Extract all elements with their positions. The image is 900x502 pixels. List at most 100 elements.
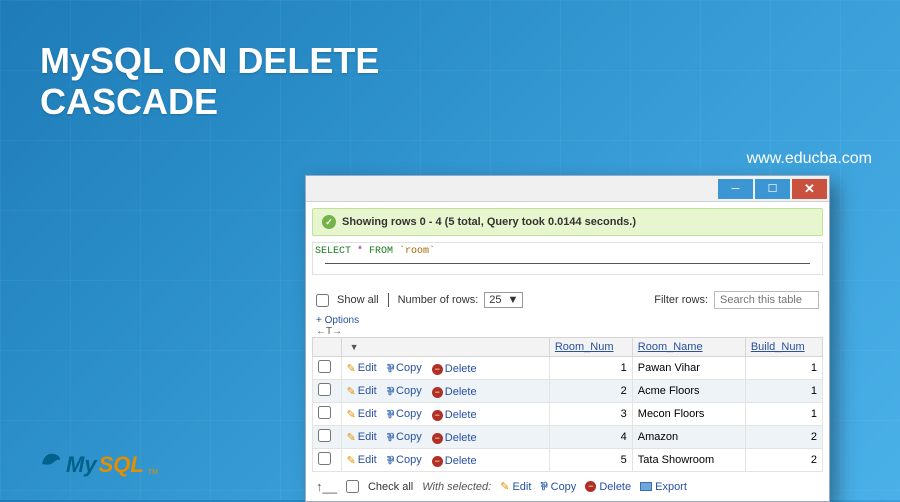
options-toggle[interactable]: + Options <box>306 313 829 326</box>
filter-rows-input[interactable] <box>714 291 819 309</box>
cell-build-num: 1 <box>745 357 822 380</box>
minus-circle-icon: − <box>432 433 443 444</box>
pencil-icon: ✎ <box>500 480 509 493</box>
delete-button[interactable]: −Delete <box>432 409 477 421</box>
cell-room-num: 2 <box>549 380 632 403</box>
cell-room-name: Acme Floors <box>632 380 745 403</box>
row-checkbox[interactable] <box>318 360 331 373</box>
logo-my: My <box>66 452 97 478</box>
cell-room-name: Tata Showroom <box>632 449 745 472</box>
table-row: ✎Edit ⅌Copy −Delete 3 Mecon Floors 1 <box>313 403 823 426</box>
table-row: ✎Edit ⅌Copy −Delete 5 Tata Showroom 2 <box>313 449 823 472</box>
row-checkbox[interactable] <box>318 429 331 442</box>
minus-circle-icon: − <box>432 387 443 398</box>
page-title: MySQL ON DELETE CASCADE <box>40 40 379 123</box>
minus-circle-icon: − <box>585 481 596 492</box>
row-checkbox[interactable] <box>318 383 331 396</box>
cell-room-name: Pawan Vihar <box>632 357 745 380</box>
pencil-icon: ✎ <box>347 454 356 467</box>
table-row: ✎Edit ⅌Copy −Delete 4 Amazon 2 <box>313 426 823 449</box>
col-room-name[interactable]: Room_Name <box>632 338 745 357</box>
results-toolbar: Show all Number of rows: 25 ▼ Filter row… <box>306 283 829 313</box>
filter-rows-label: Filter rows: <box>654 294 708 306</box>
footer-edit-button[interactable]: ✎ Edit <box>500 480 531 493</box>
copy-button[interactable]: ⅌Copy <box>387 361 422 376</box>
dolphin-icon <box>40 450 62 474</box>
table-row: ✎Edit ⅌Copy −Delete 2 Acme Floors 1 <box>313 380 823 403</box>
delete-button[interactable]: −Delete <box>432 432 477 444</box>
copy-icon: ⅌ <box>387 407 394 422</box>
pencil-icon: ✎ <box>347 362 356 375</box>
cell-build-num: 1 <box>745 380 822 403</box>
results-table: ▼ Room_Num Room_Name Build_Num ✎Edit ⅌Co… <box>312 337 823 472</box>
num-rows-label: Number of rows: <box>398 294 479 306</box>
show-all-checkbox[interactable] <box>316 294 329 307</box>
delete-button[interactable]: −Delete <box>432 363 477 375</box>
query-status-bar: ✓ Showing rows 0 - 4 (5 total, Query too… <box>312 208 823 236</box>
cell-room-name: Amazon <box>632 426 745 449</box>
footer-copy-button[interactable]: ⅌ Copy <box>540 479 576 494</box>
chevron-down-icon: ▼ <box>508 294 519 306</box>
export-icon <box>640 482 652 491</box>
minus-circle-icon: − <box>432 456 443 467</box>
footer-export-button[interactable]: Export <box>640 481 687 493</box>
up-arrow-icon: ↑__ <box>316 479 337 494</box>
website-link[interactable]: www.educba.com <box>747 150 872 168</box>
logo-tm: TM <box>148 469 158 476</box>
copy-button[interactable]: ⅌Copy <box>387 430 422 445</box>
col-actions: ▼ <box>341 338 549 357</box>
cell-room-num: 3 <box>549 403 632 426</box>
maximize-button[interactable]: ☐ <box>755 179 790 199</box>
minus-circle-icon: − <box>432 410 443 421</box>
check-all-checkbox[interactable] <box>346 480 359 493</box>
col-build-num[interactable]: Build_Num <box>745 338 822 357</box>
cell-build-num: 2 <box>745 426 822 449</box>
cell-room-num: 5 <box>549 449 632 472</box>
copy-icon: ⅌ <box>387 384 394 399</box>
copy-button[interactable]: ⅌Copy <box>387 384 422 399</box>
copy-icon: ⅌ <box>387 361 394 376</box>
copy-icon: ⅌ <box>540 479 547 494</box>
edit-button[interactable]: ✎Edit <box>347 454 377 467</box>
copy-icon: ⅌ <box>387 430 394 445</box>
copy-icon: ⅌ <box>387 453 394 468</box>
delete-button[interactable]: −Delete <box>432 455 477 467</box>
phpmyadmin-window: ─ ☐ ✕ ✓ Showing rows 0 - 4 (5 total, Que… <box>305 175 830 502</box>
cell-build-num: 2 <box>745 449 822 472</box>
copy-button[interactable]: ⅌Copy <box>387 453 422 468</box>
check-all-label: Check all <box>368 481 413 493</box>
sql-query-display: SELECT * FROM `room` <box>312 242 823 275</box>
close-button[interactable]: ✕ <box>792 179 827 199</box>
success-icon: ✓ <box>322 215 336 229</box>
cell-room-num: 1 <box>549 357 632 380</box>
minimize-button[interactable]: ─ <box>718 179 753 199</box>
delete-button[interactable]: −Delete <box>432 386 477 398</box>
edit-button[interactable]: ✎Edit <box>347 408 377 421</box>
mysql-logo: MySQL TM <box>40 452 156 478</box>
edit-button[interactable]: ✎Edit <box>347 431 377 444</box>
edit-button[interactable]: ✎Edit <box>347 385 377 398</box>
window-titlebar: ─ ☐ ✕ <box>306 176 829 202</box>
col-checkbox <box>313 338 342 357</box>
cell-room-name: Mecon Floors <box>632 403 745 426</box>
footer-delete-button[interactable]: − Delete <box>585 481 631 493</box>
table-row: ✎Edit ⅌Copy −Delete 1 Pawan Vihar 1 <box>313 357 823 380</box>
col-room-num[interactable]: Room_Num <box>549 338 632 357</box>
sort-arrows: ←T→ <box>306 326 829 337</box>
show-all-label: Show all <box>337 294 379 306</box>
cell-room-num: 4 <box>549 426 632 449</box>
logo-sql: SQL <box>99 452 144 478</box>
status-text: Showing rows 0 - 4 (5 total, Query took … <box>342 216 636 228</box>
table-footer: ↑__ Check all With selected: ✎ Edit ⅌ Co… <box>306 472 829 501</box>
row-checkbox[interactable] <box>318 406 331 419</box>
cell-build-num: 1 <box>745 403 822 426</box>
pencil-icon: ✎ <box>347 431 356 444</box>
edit-button[interactable]: ✎Edit <box>347 362 377 375</box>
with-selected-label: With selected: <box>422 481 491 493</box>
row-checkbox[interactable] <box>318 452 331 465</box>
num-rows-select[interactable]: 25 ▼ <box>484 292 523 308</box>
copy-button[interactable]: ⅌Copy <box>387 407 422 422</box>
minus-circle-icon: − <box>432 364 443 375</box>
pencil-icon: ✎ <box>347 408 356 421</box>
toolbar-separator <box>388 293 389 307</box>
